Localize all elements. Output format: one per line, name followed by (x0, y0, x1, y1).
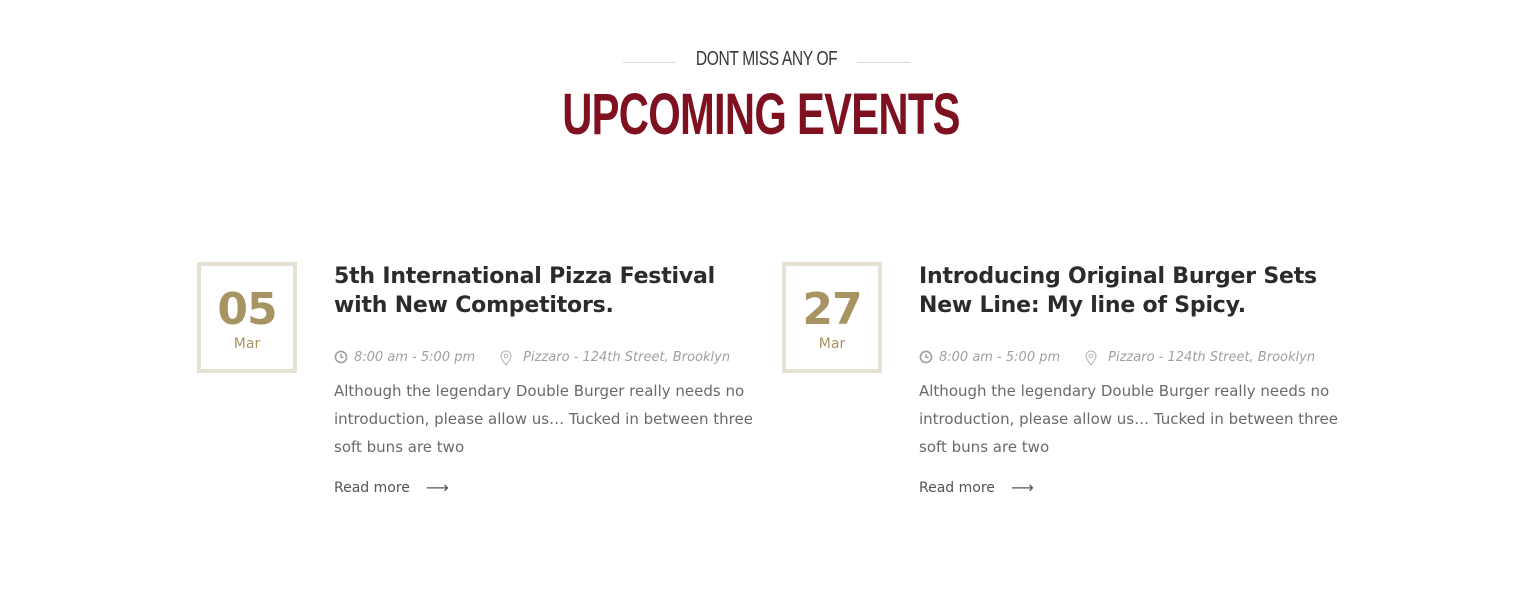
event-date-box: 27 Mar (782, 262, 882, 373)
section-heading: DONT MISS ANY OF UPCOMING EVENTS (0, 0, 1522, 180)
read-more-link[interactable]: Read more ⟶ (919, 478, 1034, 497)
subtitle-divider-right (857, 62, 910, 63)
arrow-right-icon: ⟶ (425, 478, 449, 497)
event-title[interactable]: Introducing Original Burger Sets New Lin… (919, 262, 1342, 320)
event-description: Although the legendary Double Burger rea… (334, 382, 753, 456)
event-date-box: 05 Mar (197, 262, 297, 373)
event-card: 27 Mar Introducing Original Burger Sets … (782, 262, 1342, 512)
event-card: 05 Mar 5th International Pizza Festival … (197, 262, 757, 512)
read-more-link[interactable]: Read more ⟶ (334, 478, 449, 497)
section-title: UPCOMING EVENTS (562, 82, 960, 147)
event-time: 8:00 am - 5:00 pm (939, 349, 1061, 365)
subtitle-row: DONT MISS ANY OF (0, 48, 1522, 78)
event-date-day: 05 (217, 284, 277, 335)
subtitle-divider-left (623, 62, 676, 63)
section-subtitle: DONT MISS ANY OF (695, 48, 838, 70)
clock-icon (334, 350, 348, 364)
event-location: Pizzaro - 124th Street, Brooklyn (1108, 349, 1316, 365)
event-time: 8:00 am - 5:00 pm (354, 349, 476, 365)
map-pin-icon (499, 350, 513, 366)
clock-icon (919, 350, 933, 364)
event-description: Although the legendary Double Burger rea… (919, 382, 1338, 456)
event-body: 5th International Pizza Festival with Ne… (334, 262, 757, 497)
event-body: Introducing Original Burger Sets New Lin… (919, 262, 1342, 497)
event-meta: 8:00 am - 5:00 pm Pizzaro - 124th Street… (919, 347, 1342, 367)
event-date-day: 27 (802, 284, 862, 335)
event-meta: 8:00 am - 5:00 pm Pizzaro - 124th Street… (334, 347, 757, 367)
arrow-right-icon: ⟶ (1010, 478, 1034, 497)
map-pin-icon (1084, 350, 1098, 366)
read-more-label: Read more (334, 479, 410, 496)
event-title[interactable]: 5th International Pizza Festival with Ne… (334, 262, 757, 320)
event-location: Pizzaro - 124th Street, Brooklyn (523, 349, 731, 365)
read-more-label: Read more (919, 479, 995, 496)
event-date-month: Mar (818, 336, 846, 352)
event-date-month: Mar (233, 336, 261, 352)
